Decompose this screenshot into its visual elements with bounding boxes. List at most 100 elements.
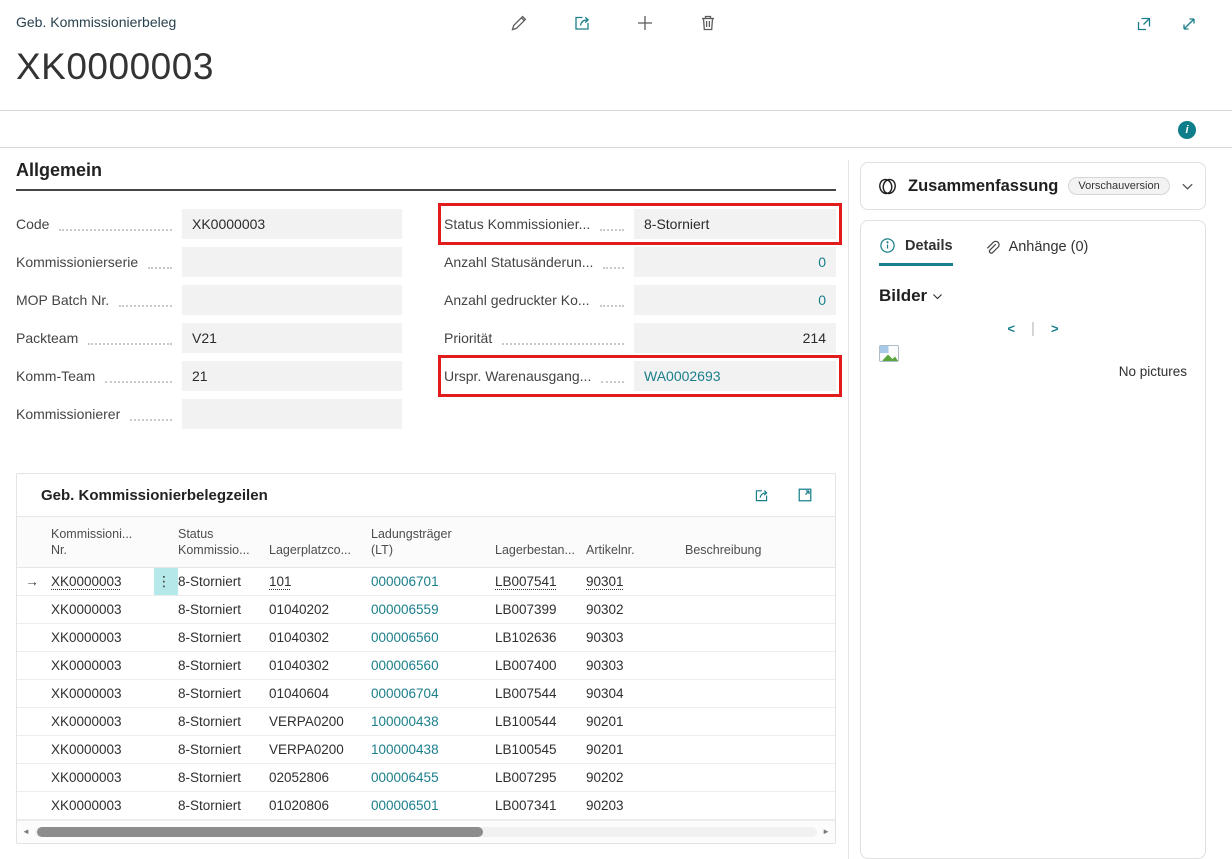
info-icon[interactable]: i xyxy=(1178,121,1196,139)
cell-status[interactable]: 8-Storniert xyxy=(178,736,269,763)
cell-status[interactable]: 8-Storniert xyxy=(178,680,269,707)
cell-lagerbestand[interactable]: LB007399 xyxy=(495,596,586,623)
header-lagerbestand[interactable]: Lagerbestan... xyxy=(495,517,586,567)
header-kommissionier-nr[interactable]: Kommissioni...Nr. xyxy=(51,517,154,567)
table-row[interactable]: →XK0000003⋮8-Storniert101000006701LB0075… xyxy=(17,568,835,596)
status-kommissionierbeleg-field[interactable]: 8-Storniert xyxy=(634,209,836,239)
cell-kommissionier-nr[interactable]: XK0000003 xyxy=(51,568,154,595)
cell-lagerbestand[interactable]: LB007341 xyxy=(495,792,586,819)
packteam-field[interactable]: V21 xyxy=(182,323,402,353)
komm-team-field[interactable]: 21 xyxy=(182,361,402,391)
cell-kommissionier-nr[interactable]: XK0000003 xyxy=(51,680,154,707)
cell-beschreibung[interactable] xyxy=(685,624,835,651)
cell-ladungstraeger-link[interactable]: 000006560 xyxy=(371,652,495,679)
cell-ladungstraeger-link[interactable]: 000006560 xyxy=(371,624,495,651)
cell-lagerbestand[interactable]: LB007541 xyxy=(495,568,586,595)
lines-share-icon[interactable] xyxy=(753,487,770,504)
breadcrumb[interactable]: Geb. Kommissionierbeleg xyxy=(16,14,176,30)
cell-ladungstraeger-link[interactable]: 000006455 xyxy=(371,764,495,791)
tab-anhaenge[interactable]: Anhänge (0) xyxy=(983,237,1089,266)
header-beschreibung[interactable]: Beschreibung xyxy=(685,517,835,567)
cell-status[interactable]: 8-Storniert xyxy=(178,568,269,595)
horizontal-scrollbar[interactable]: ◄ ► xyxy=(17,820,835,843)
previous-picture-icon[interactable]: < xyxy=(1007,321,1015,336)
cell-beschreibung[interactable] xyxy=(685,736,835,763)
next-picture-icon[interactable]: > xyxy=(1051,321,1059,336)
cell-beschreibung[interactable] xyxy=(685,764,835,791)
cell-artikelnr[interactable]: 90303 xyxy=(586,652,685,679)
cell-artikelnr[interactable]: 90304 xyxy=(586,680,685,707)
table-row[interactable]: XK0000003 8-Storniert01020806000006501LB0… xyxy=(17,792,835,820)
scroll-left-icon[interactable]: ◄ xyxy=(22,828,30,836)
cell-kommissionier-nr[interactable]: XK0000003 xyxy=(51,736,154,763)
header-ladungstraeger[interactable]: Ladungsträger(LT) xyxy=(371,517,495,567)
table-row[interactable]: XK00000038-StorniertVERPA0200100000438LB… xyxy=(17,736,835,764)
cell-kommissionier-nr[interactable]: XK0000003 xyxy=(51,708,154,735)
cell-lagerbestand[interactable]: LB100544 xyxy=(495,708,586,735)
mop-batch-nr-field[interactable] xyxy=(182,285,402,315)
cell-ladungstraeger-link[interactable]: 000006501 xyxy=(371,792,495,819)
delete-trash-icon[interactable] xyxy=(697,12,718,33)
cell-artikelnr[interactable]: 90202 xyxy=(586,764,685,791)
cell-status[interactable]: 8-Storniert xyxy=(178,792,269,819)
cell-lagerplatzcode[interactable]: 01040302 xyxy=(269,624,371,651)
chevron-down-icon[interactable] xyxy=(1180,179,1195,194)
cell-lagerplatzcode[interactable]: 01020806 xyxy=(269,792,371,819)
header-lagerplatzcode[interactable]: Lagerplatzco... xyxy=(269,517,371,567)
cell-artikelnr[interactable]: 90201 xyxy=(586,708,685,735)
kommissionierserie-field[interactable] xyxy=(182,247,402,277)
cell-lagerbestand[interactable]: LB100545 xyxy=(495,736,586,763)
cell-lagerplatzcode[interactable]: 02052806 xyxy=(269,764,371,791)
bilder-header[interactable]: Bilder xyxy=(879,286,1187,306)
cell-ladungstraeger-link[interactable]: 000006704 xyxy=(371,680,495,707)
cell-kommissionier-nr[interactable]: XK0000003 xyxy=(51,792,154,819)
table-row[interactable]: XK00000038-Storniert01040302000006560LB1… xyxy=(17,624,835,652)
row-menu-icon[interactable]: ⋮ xyxy=(154,568,178,595)
cell-artikelnr[interactable]: 90302 xyxy=(586,596,685,623)
summary-card[interactable]: Zusammenfassung Vorschauversion xyxy=(860,162,1206,210)
cell-status[interactable]: 8-Storniert xyxy=(178,708,269,735)
anzahl-gedruckter-kopien-field[interactable]: 0 xyxy=(634,285,836,315)
cell-lagerbestand[interactable]: LB007544 xyxy=(495,680,586,707)
cell-status[interactable]: 8-Storniert xyxy=(178,764,269,791)
cell-beschreibung[interactable] xyxy=(685,792,835,819)
cell-beschreibung[interactable] xyxy=(685,568,835,595)
urspr-warenausgang-field[interactable]: WA0002693 xyxy=(634,361,836,391)
table-row[interactable]: XK0000003 8-Storniert01040202000006559LB0… xyxy=(17,596,835,624)
expand-diagonal-icon[interactable] xyxy=(1178,13,1199,34)
cell-lagerplatzcode[interactable]: VERPA0200 xyxy=(269,736,371,763)
cell-status[interactable]: 8-Storniert xyxy=(178,652,269,679)
cell-kommissionier-nr[interactable]: XK0000003 xyxy=(51,764,154,791)
table-row[interactable]: XK00000038-Storniert02052806000006455LB0… xyxy=(17,764,835,792)
cell-beschreibung[interactable] xyxy=(685,652,835,679)
table-row[interactable]: XK00000038-Storniert01040302000006560LB0… xyxy=(17,652,835,680)
header-status[interactable]: StatusKommissio... xyxy=(178,517,269,567)
cell-artikelnr[interactable]: 90303 xyxy=(586,624,685,651)
cell-ladungstraeger-link[interactable]: 000006701 xyxy=(371,568,495,595)
factbox-splitter[interactable] xyxy=(848,160,849,859)
cell-ladungstraeger-link[interactable]: 000006559 xyxy=(371,596,495,623)
cell-status[interactable]: 8-Storniert xyxy=(178,624,269,651)
cell-artikelnr[interactable]: 90203 xyxy=(586,792,685,819)
cell-lagerbestand[interactable]: LB102636 xyxy=(495,624,586,651)
scroll-right-icon[interactable]: ► xyxy=(822,828,830,836)
cell-beschreibung[interactable] xyxy=(685,680,835,707)
cell-ladungstraeger-link[interactable]: 100000438 xyxy=(371,708,495,735)
header-artikelnr[interactable]: Artikelnr. xyxy=(586,517,685,567)
share-icon[interactable] xyxy=(571,12,592,33)
cell-kommissionier-nr[interactable]: XK0000003 xyxy=(51,596,154,623)
add-plus-icon[interactable] xyxy=(634,12,655,33)
cell-artikelnr[interactable]: 90301 xyxy=(586,568,685,595)
cell-lagerplatzcode[interactable]: 101 xyxy=(269,568,371,595)
cell-artikelnr[interactable]: 90201 xyxy=(586,736,685,763)
kommissionierer-field[interactable] xyxy=(182,399,402,429)
prioritaet-field[interactable]: 214 xyxy=(634,323,836,353)
cell-lagerplatzcode[interactable]: 01040302 xyxy=(269,652,371,679)
cell-lagerplatzcode[interactable]: VERPA0200 xyxy=(269,708,371,735)
cell-status[interactable]: 8-Storniert xyxy=(178,596,269,623)
table-row[interactable]: XK0000003 8-StorniertVERPA0200100000438LB… xyxy=(17,708,835,736)
lines-focus-mode-icon[interactable] xyxy=(796,487,813,504)
cell-lagerplatzcode[interactable]: 01040202 xyxy=(269,596,371,623)
table-row[interactable]: XK0000003 8-Storniert01040604000006704LB0… xyxy=(17,680,835,708)
cell-lagerplatzcode[interactable]: 01040604 xyxy=(269,680,371,707)
